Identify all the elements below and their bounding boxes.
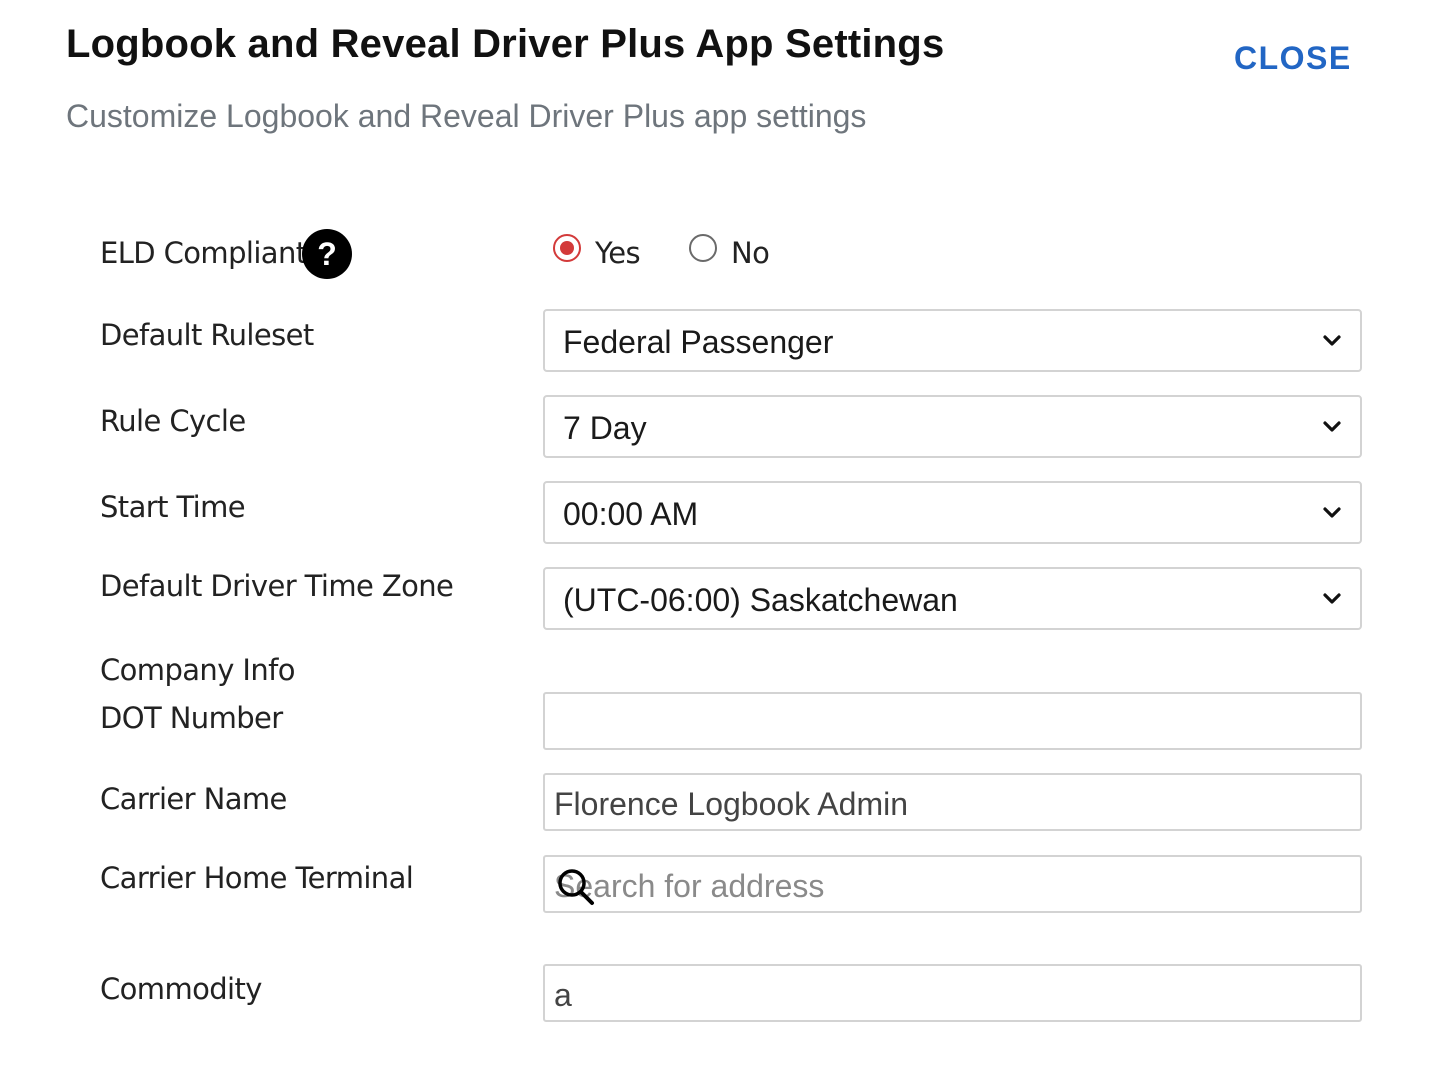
carrier-name-value: Florence Logbook Admin [554, 786, 908, 822]
carrier-home-terminal-label: Carrier Home Terminal [100, 861, 414, 895]
commodity-input[interactable]: a [543, 964, 1362, 1022]
eld-compliant-no-radio[interactable] [689, 234, 717, 262]
close-button[interactable]: CLOSE [1234, 40, 1352, 77]
chevron-down-icon [1323, 593, 1341, 604]
carrier-name-label: Carrier Name [100, 782, 287, 816]
radio-selected-dot [560, 241, 574, 255]
carrier-home-terminal-input[interactable]: Search for address [543, 855, 1362, 913]
rule-cycle-select[interactable]: 7 Day [543, 395, 1362, 458]
default-ruleset-select[interactable]: Federal Passenger [543, 309, 1362, 372]
eld-compliant-label: ELD Compliant [100, 236, 307, 270]
eld-compliant-no-label[interactable]: No [731, 236, 770, 270]
start-time-value: 00:00 AM [563, 496, 699, 532]
default-ruleset-label: Default Ruleset [100, 318, 314, 352]
search-icon [558, 869, 594, 905]
rule-cycle-value: 7 Day [563, 410, 647, 446]
start-time-label: Start Time [100, 490, 246, 524]
eld-compliant-yes-radio[interactable] [553, 234, 581, 262]
company-info-heading: Company Info [100, 653, 295, 687]
default-ruleset-value: Federal Passenger [563, 324, 834, 360]
commodity-value: a [554, 977, 572, 1013]
dialog-title: Logbook and Reveal Driver Plus App Setti… [66, 22, 945, 66]
dialog-subtitle: Customize Logbook and Reveal Driver Plus… [66, 98, 867, 134]
dot-number-label: DOT Number [100, 701, 283, 735]
eld-compliant-yes-label[interactable]: Yes [595, 236, 641, 270]
chevron-down-icon [1323, 421, 1341, 432]
commodity-label: Commodity [100, 972, 262, 1006]
start-time-select[interactable]: 00:00 AM [543, 481, 1362, 544]
default-driver-time-zone-label: Default Driver Time Zone [100, 569, 454, 603]
carrier-name-input[interactable]: Florence Logbook Admin [543, 773, 1362, 831]
help-icon[interactable]: ? [302, 229, 352, 279]
chevron-down-icon [1323, 507, 1341, 518]
rule-cycle-label: Rule Cycle [100, 404, 246, 438]
dot-number-input[interactable] [543, 692, 1362, 750]
default-driver-time-zone-select[interactable]: (UTC-06:00) Saskatchewan [543, 567, 1362, 630]
chevron-down-icon [1323, 335, 1341, 346]
default-driver-time-zone-value: (UTC-06:00) Saskatchewan [563, 582, 958, 618]
settings-dialog: Logbook and Reveal Driver Plus App Setti… [0, 0, 1434, 1070]
